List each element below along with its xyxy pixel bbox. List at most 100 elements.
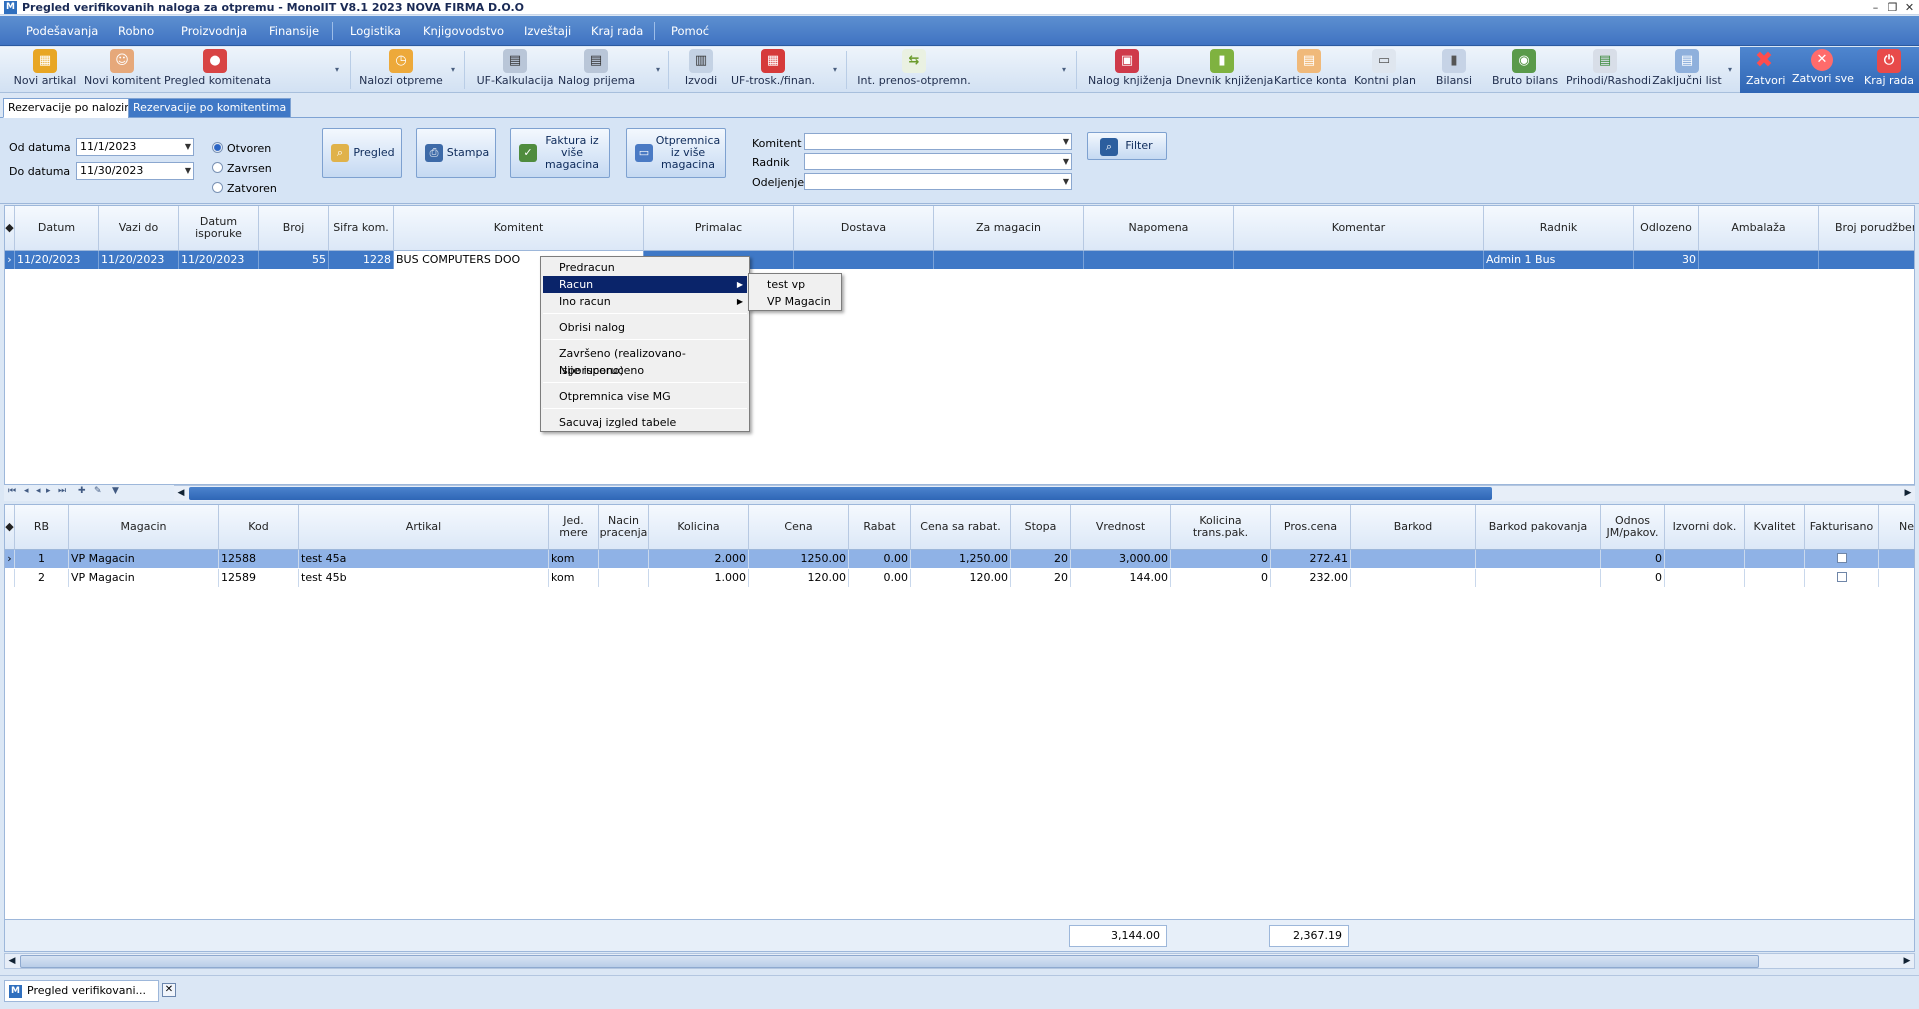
scroll-left-icon[interactable]: ◀ [174,486,188,501]
nalog-prijema-button[interactable]: ▤ Nalog prijema [558,48,635,92]
chevron-down-icon[interactable]: ▼ [185,139,191,155]
col-komentar[interactable]: Komentar [1234,206,1484,251]
scroll-thumb[interactable] [189,487,1492,500]
cell-magacin[interactable]: VP Magacin [69,569,219,587]
menu-item-sacuvaj-izgled[interactable]: Sacuvaj izgled tabele [543,414,747,431]
nalog-knjizenja-button[interactable]: ▣ Nalog knjiženja [1088,48,1172,92]
col-rb[interactable]: RB [15,505,69,550]
stampa-button[interactable]: ⎙ Stampa [416,128,496,178]
od-datuma-input[interactable]: 11/1/2023 ▼ [76,138,194,156]
minimize-icon[interactable]: – [1868,0,1883,15]
menu-item-otpremnica-vise-mg[interactable]: Otpremnica vise MG [543,388,747,405]
uf-kalkulacija-button[interactable]: ▤ UF-Kalkulacija [476,48,554,92]
cell-broj[interactable]: 55 [259,251,329,269]
izvodi-button[interactable]: ▥ Izvodi [678,48,724,92]
kraj-rada-button[interactable]: ⏻ Kraj rada [1864,48,1914,92]
col-stopa[interactable]: Stopa [1011,505,1071,550]
dnevnik-knjizenja-button[interactable]: ▮ Dnevnik knjiženja [1176,48,1273,92]
menu-item-racun[interactable]: Racun ▶ [543,276,747,293]
col-fakturisano[interactable]: Fakturisano [1805,505,1879,550]
cell-artikal[interactable]: test 45a [299,550,549,568]
menu-robno[interactable]: Robno [118,16,154,46]
tab-rezervacije-po-komitentima[interactable]: Rezervacije po komitentima [128,98,292,118]
kontni-plan-button[interactable]: ▭ Kontni plan [1354,48,1416,92]
uf-trosk-button[interactable]: ▦ UF-trosk./finan. [728,48,818,92]
radio-zatvoren[interactable]: Zatvoren [212,182,277,195]
submenu-item-test-vp[interactable]: test vp [751,276,839,293]
cell-cena[interactable]: 1250.00 [749,550,849,568]
prev-record-icon[interactable]: ◂ [36,486,41,496]
fakturisano-checkbox[interactable] [1836,572,1847,582]
pregled-button[interactable]: ⌕ Pregled [322,128,402,178]
col-nacin-pracenja[interactable]: Nacin pracenja [599,505,649,550]
cell-barkod[interactable] [1351,550,1476,568]
prihodi-rashodi-button[interactable]: ▤ Prihodi/Rashodi [1566,48,1651,92]
odeljenje-select[interactable]: ▼ [804,173,1072,190]
scroll-thumb[interactable] [20,955,1759,968]
cell-barkod-pakovanja[interactable] [1476,550,1601,568]
cell-kolicina[interactable]: 1.000 [649,569,749,587]
faktura-vise-magacina-button[interactable]: ✓ Faktura iz više magacina [510,128,610,178]
add-record-icon[interactable]: ✚ [78,486,86,496]
novi-komitent-button[interactable]: ☺ Novi komitent [84,48,161,92]
edit-record-icon[interactable]: ✎ [94,486,102,496]
col-napomena[interactable]: Napomena [1084,206,1234,251]
col-jed-mere[interactable]: Jed. mere [549,505,599,550]
col-broj[interactable]: Broj [259,206,329,251]
cell-cena-sa-rabat[interactable]: 120.00 [911,569,1011,587]
document-tab[interactable]: M Pregled verifikovani... ✕ [4,980,176,1002]
prev-page-icon[interactable]: ◂ [24,486,29,496]
cell-artikal[interactable]: test 45b [299,569,549,587]
col-datum-isporuke[interactable]: Datum isporuke [179,206,259,251]
col-dostava[interactable]: Dostava [794,206,934,251]
cell-rabat[interactable]: 0.00 [849,569,911,587]
col-pros-cena[interactable]: Pros.cena [1271,505,1351,550]
zatvori-button[interactable]: ✖ Zatvori [1746,48,1785,92]
cell-za-magacin[interactable] [934,251,1084,269]
cell-radnik[interactable]: Admin 1 Bus [1484,251,1634,269]
col-datum[interactable]: Datum [15,206,99,251]
cell-vrednost[interactable]: 3,000.00 [1071,550,1171,568]
col-kod[interactable]: Kod [219,505,299,550]
col-cena-sa-rabat[interactable]: Cena sa rabat. [911,505,1011,550]
bilansi-button[interactable]: ▮ Bilansi [1434,48,1474,92]
cell-datum[interactable]: 11/20/2023 [15,251,99,269]
col-broj-porudzbenice[interactable]: Broj porudžbenic [1819,206,1914,251]
col-odnos-jm[interactable]: Odnos JM/pakov. [1601,505,1665,550]
bruto-bilans-button[interactable]: ◉ Bruto bilans [1492,48,1558,92]
group-expand-icon[interactable]: ▾ [1062,65,1066,74]
fakturisano-checkbox[interactable] [1836,553,1847,563]
cell-pros-cena[interactable]: 272.41 [1271,550,1351,568]
cell-magacin[interactable]: VP Magacin [69,550,219,568]
cell-barkod[interactable] [1351,569,1476,587]
komitent-select[interactable]: ▼ [804,133,1072,150]
cell-rb[interactable]: 2 [15,569,69,587]
cell-dostava[interactable] [794,251,934,269]
cell-sifra-kom[interactable]: 1228 [329,251,394,269]
group-expand-icon[interactable]: ▾ [1728,65,1732,74]
cell-kolicina-trans-pak[interactable]: 0 [1171,569,1271,587]
first-record-icon[interactable]: ⏮ [8,486,16,496]
col-vrednost[interactable]: Vrednost [1071,505,1171,550]
cell-net[interactable] [1879,569,1914,587]
cell-nacin-pracenja[interactable] [599,550,649,568]
cell-kolicina-trans-pak[interactable]: 0 [1171,550,1271,568]
novi-artikal-button[interactable]: ▦ Novi artikal [10,48,80,92]
cell-ambalaza[interactable] [1699,251,1819,269]
col-artikal[interactable]: Artikal [299,505,549,550]
cell-odlozeno[interactable]: 30 [1634,251,1699,269]
col-kolicina-trans-pak[interactable]: Kolicina trans.pak. [1171,505,1271,550]
menu-knjigovodstvo[interactable]: Knjigovodstvo [423,16,504,46]
filter-icon[interactable]: ▼ [112,486,119,496]
submenu-item-vp-magacin[interactable]: VP Magacin [751,293,839,310]
kartice-konta-button[interactable]: ▤ Kartice konta [1274,48,1347,92]
cell-fakturisano[interactable] [1805,569,1879,587]
horizontal-scrollbar[interactable]: ◀ ▶ [174,485,1915,501]
menu-item-nije-isporuceno[interactable]: Nije isporuceno [543,362,747,379]
cell-izvorni-dok[interactable] [1665,550,1745,568]
cell-jed-mere[interactable]: kom [549,569,599,587]
radnik-select[interactable]: ▼ [804,153,1072,170]
col-primalac[interactable]: Primalac [644,206,794,251]
cell-cena[interactable]: 120.00 [749,569,849,587]
radio-otvoren[interactable]: Otvoren [212,142,271,155]
